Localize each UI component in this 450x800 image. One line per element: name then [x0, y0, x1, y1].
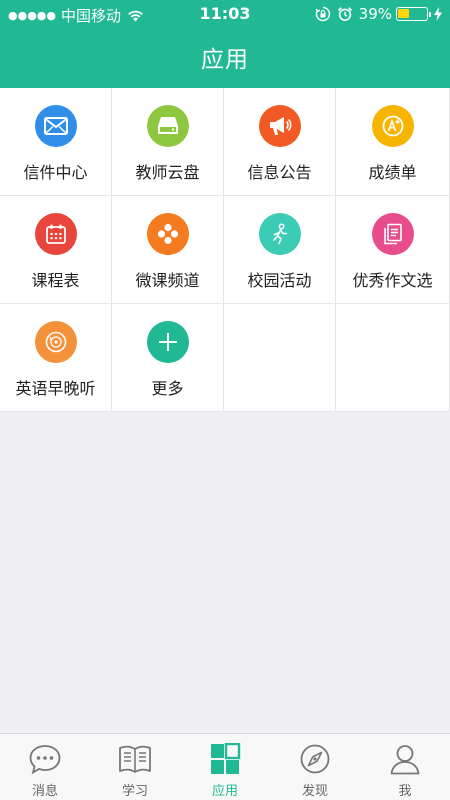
channel-icon [146, 213, 189, 255]
mail-icon [34, 105, 77, 147]
status-bar: ●●●●● 中国移动 11:03 39% [0, 0, 450, 28]
app-label: 成绩单 [368, 163, 417, 182]
app-label: 微课频道 [135, 271, 200, 290]
empty-cell [224, 304, 336, 412]
tab-label: 我 [398, 784, 412, 799]
disc-icon [34, 321, 77, 363]
rotation-lock-icon [315, 6, 330, 22]
app-label: 课程表 [31, 271, 80, 290]
chat-icon [29, 745, 61, 775]
app-label: 教师云盘 [135, 163, 200, 182]
app-campus-activities[interactable]: 校园活动 [224, 196, 336, 304]
essay-icon [371, 213, 414, 255]
app-announcements[interactable]: 信息公告 [224, 88, 336, 196]
app-mail-center[interactable]: 信件中心 [0, 88, 112, 196]
grade-icon [371, 105, 414, 147]
calendar-icon [34, 213, 77, 255]
battery-icon [396, 7, 431, 21]
megaphone-icon [258, 105, 301, 147]
battery-level [398, 9, 409, 18]
book-icon [119, 745, 151, 773]
tab-label: 消息 [31, 784, 58, 799]
compass-icon [300, 744, 330, 774]
tab-bar: 消息 学习 应用 发现 我 [0, 733, 450, 800]
charging-icon [434, 7, 442, 21]
app-label: 更多 [151, 379, 184, 398]
tab-label: 发现 [301, 784, 328, 799]
tab-messages[interactable]: 消息 [0, 734, 90, 800]
app-label: 信件中心 [23, 163, 88, 182]
app-micro-course-channel[interactable]: 微课频道 [112, 196, 224, 304]
tab-label: 应用 [211, 784, 238, 799]
cloud-disk-icon [146, 105, 189, 147]
alarm-icon [337, 7, 352, 22]
user-icon [390, 745, 420, 775]
app-english-listening[interactable]: 英语早晚听 [0, 304, 112, 412]
empty-cell [336, 304, 450, 412]
app-grid: 信件中心 教师云盘 信息公告 成绩单 课程表 微课频道 校园活动 优秀作文选 英… [0, 88, 450, 412]
plus-icon [146, 321, 189, 363]
app-teacher-cloud-disk[interactable]: 教师云盘 [112, 88, 224, 196]
app-label: 英语早晚听 [15, 379, 96, 398]
app-excellent-essays[interactable]: 优秀作文选 [336, 196, 450, 304]
tab-apps[interactable]: 应用 [180, 734, 270, 800]
app-more[interactable]: 更多 [112, 304, 224, 412]
page-title: 应用 [201, 47, 249, 73]
running-icon [258, 213, 301, 255]
app-label: 校园活动 [247, 271, 312, 290]
battery-percent: 39% [358, 5, 392, 23]
app-label: 优秀作文选 [352, 271, 433, 290]
tab-study[interactable]: 学习 [90, 734, 180, 800]
apps-grid-icon [211, 743, 241, 774]
tab-discover[interactable]: 发现 [270, 734, 360, 800]
app-timetable[interactable]: 课程表 [0, 196, 112, 304]
header: ●●●●● 中国移动 11:03 39% 应用 [0, 0, 450, 88]
tab-label: 学习 [121, 784, 148, 799]
tab-me[interactable]: 我 [360, 734, 450, 800]
app-transcript[interactable]: 成绩单 [336, 88, 450, 196]
app-label: 信息公告 [247, 163, 312, 182]
